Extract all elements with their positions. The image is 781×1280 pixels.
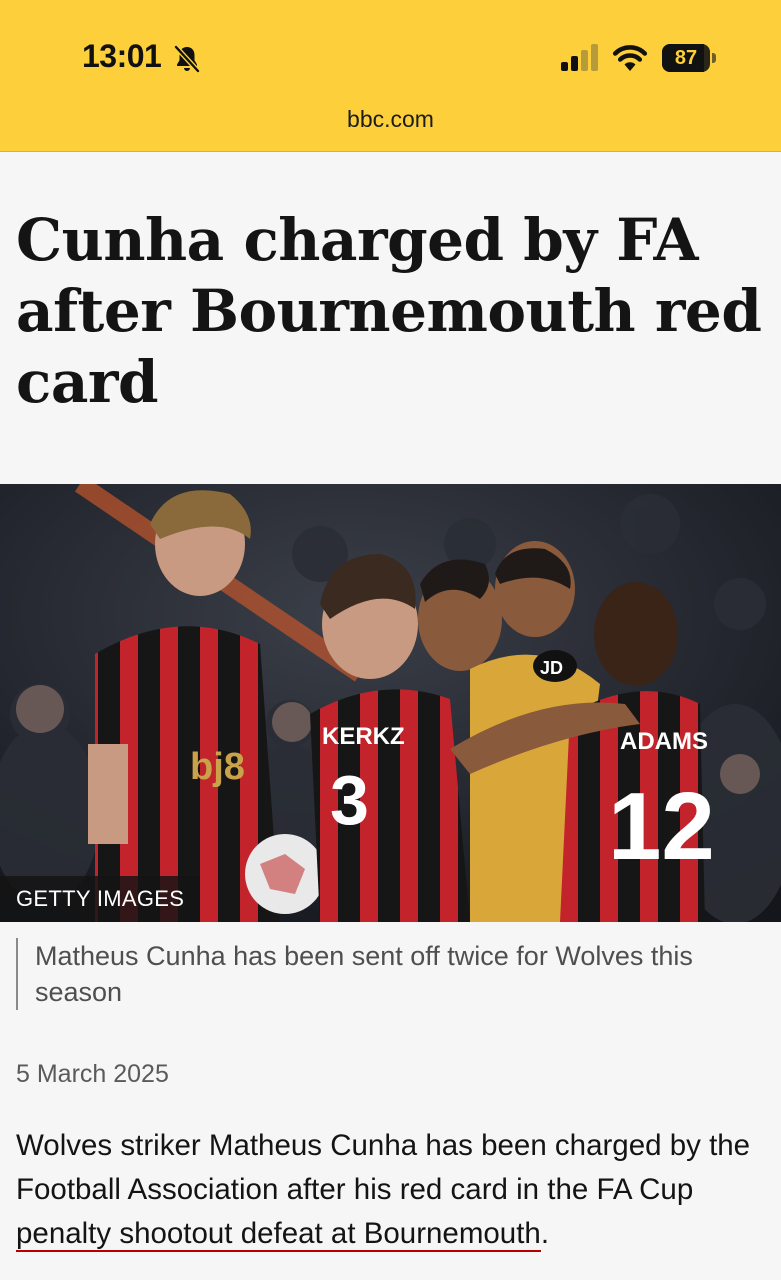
article-paragraph: Wolves striker Matheus Cunha has been ch… [16,1124,771,1256]
article-inline-link[interactable]: penalty shootout defeat at Bournemouth [16,1217,541,1252]
status-time: 13:01 [82,38,162,74]
svg-text:KERKZ: KERKZ [322,723,405,750]
paragraph-text: Wolves striker Matheus Cunha has been ch… [16,1129,751,1206]
article-image[interactable]: bj8 KERKZ 3 JD ADAMS 12 GETTY IMAGES [0,484,781,922]
svg-text:bj8: bj8 [190,746,245,788]
bell-slash-icon [174,45,200,73]
article-headline: Cunha charged by FA after Bournemouth re… [16,206,762,416]
status-bar: 13:01 87 bbc.com [0,0,781,152]
address-bar-url[interactable]: bbc.com [0,106,781,133]
image-credit: GETTY IMAGES [0,876,201,922]
wifi-icon [612,45,648,71]
image-caption: Matheus Cunha has been sent off twice fo… [16,938,756,1010]
football-players-photo: bj8 KERKZ 3 JD ADAMS 12 [0,484,781,922]
paragraph-end: . [540,1217,550,1250]
svg-text:JD: JD [540,658,563,678]
svg-text:3: 3 [330,761,369,839]
battery-percentage: 87 [674,47,698,69]
svg-text:ADAMS: ADAMS [620,728,708,755]
article-date: 5 March 2025 [16,1060,169,1088]
cellular-signal-icon [561,44,598,71]
svg-text:12: 12 [608,773,715,880]
battery-icon: 87 [662,44,716,72]
